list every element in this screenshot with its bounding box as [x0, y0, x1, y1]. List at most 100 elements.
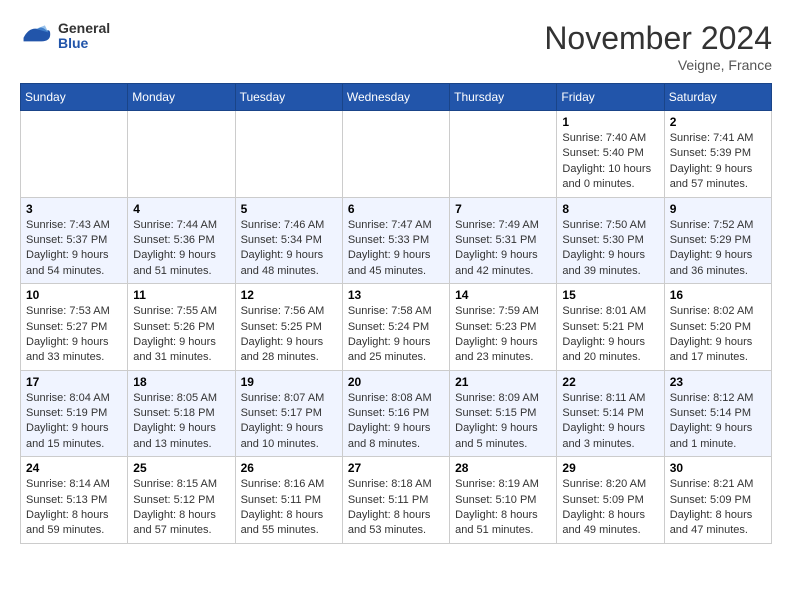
day-info: Sunrise: 7:52 AMSunset: 5:29 PMDaylight:… — [670, 218, 766, 280]
calendar-cell: 1 Sunrise: 7:40 AMSunset: 5:40 PMDaylight… — [557, 111, 664, 198]
calendar-cell — [128, 111, 235, 198]
logo: General Blue — [20, 20, 110, 52]
day-number: 15 — [562, 288, 658, 302]
calendar-cell: 28 Sunrise: 8:19 AMSunset: 5:10 PMDayligh… — [450, 457, 557, 544]
weekday-header: Thursday — [450, 84, 557, 111]
day-info: Sunrise: 8:08 AMSunset: 5:16 PMDaylight:… — [348, 391, 444, 453]
calendar-cell: 6 Sunrise: 7:47 AMSunset: 5:33 PMDaylight… — [342, 197, 449, 284]
day-info: Sunrise: 8:11 AMSunset: 5:14 PMDaylight:… — [562, 391, 658, 453]
calendar-header: SundayMondayTuesdayWednesdayThursdayFrid… — [21, 84, 772, 111]
calendar-cell: 7Sunrise: 7:49 AMSunset: 5:31 PMDaylight… — [450, 197, 557, 284]
calendar-cell: 18 Sunrise: 8:05 AMSunset: 5:18 PMDayligh… — [128, 370, 235, 457]
day-info: Sunrise: 7:56 AMSunset: 5:25 PMDaylight:… — [241, 304, 337, 366]
day-info: Sunrise: 8:04 AMSunset: 5:19 PMDaylight:… — [26, 391, 122, 453]
day-number: 9 — [670, 202, 766, 216]
calendar-week-row: 3Sunrise: 7:43 AMSunset: 5:37 PMDaylight… — [21, 197, 772, 284]
weekday-header: Sunday — [21, 84, 128, 111]
day-number: 24 — [26, 461, 122, 475]
day-info: Sunrise: 8:01 AMSunset: 5:21 PMDaylight:… — [562, 304, 658, 366]
calendar-cell: 15 Sunrise: 8:01 AMSunset: 5:21 PMDayligh… — [557, 284, 664, 371]
day-info: Sunrise: 8:07 AMSunset: 5:17 PMDaylight:… — [241, 391, 337, 453]
day-number: 13 — [348, 288, 444, 302]
day-info: Sunrise: 7:41 AMSunset: 5:39 PMDaylight:… — [670, 131, 766, 193]
day-info: Sunrise: 8:19 AMSunset: 5:10 PMDaylight:… — [455, 477, 551, 539]
day-info: Sunrise: 8:02 AMSunset: 5:20 PMDaylight:… — [670, 304, 766, 366]
calendar-cell: 22 Sunrise: 8:11 AMSunset: 5:14 PMDayligh… — [557, 370, 664, 457]
day-info: Sunrise: 7:53 AMSunset: 5:27 PMDaylight:… — [26, 304, 122, 366]
day-number: 23 — [670, 375, 766, 389]
day-number: 11 — [133, 288, 229, 302]
calendar-cell: 12 Sunrise: 7:56 AMSunset: 5:25 PMDayligh… — [235, 284, 342, 371]
calendar-cell: 10 Sunrise: 7:53 AMSunset: 5:27 PMDayligh… — [21, 284, 128, 371]
day-number: 8 — [562, 202, 658, 216]
logo-general: General — [58, 21, 110, 36]
day-info: Sunrise: 7:47 AMSunset: 5:33 PMDaylight:… — [348, 218, 444, 280]
logo-text: General Blue — [58, 21, 110, 52]
day-number: 12 — [241, 288, 337, 302]
day-number: 14 — [455, 288, 551, 302]
calendar-table: SundayMondayTuesdayWednesdayThursdayFrid… — [20, 83, 772, 544]
day-number: 28 — [455, 461, 551, 475]
calendar-cell — [450, 111, 557, 198]
day-number: 18 — [133, 375, 229, 389]
day-info: Sunrise: 7:58 AMSunset: 5:24 PMDaylight:… — [348, 304, 444, 366]
calendar-cell: 9 Sunrise: 7:52 AMSunset: 5:29 PMDaylight… — [664, 197, 771, 284]
calendar-week-row: 24Sunrise: 8:14 AMSunset: 5:13 PMDayligh… — [21, 457, 772, 544]
day-number: 5 — [241, 202, 337, 216]
day-number: 10 — [26, 288, 122, 302]
day-info: Sunrise: 8:21 AMSunset: 5:09 PMDaylight:… — [670, 477, 766, 539]
weekday-header: Wednesday — [342, 84, 449, 111]
calendar-cell: 21Sunrise: 8:09 AMSunset: 5:15 PMDayligh… — [450, 370, 557, 457]
day-number: 1 — [562, 115, 658, 129]
day-info: Sunrise: 8:15 AMSunset: 5:12 PMDaylight:… — [133, 477, 229, 539]
calendar-week-row: 10 Sunrise: 7:53 AMSunset: 5:27 PMDayligh… — [21, 284, 772, 371]
calendar-cell: 2 Sunrise: 7:41 AMSunset: 5:39 PMDaylight… — [664, 111, 771, 198]
day-number: 6 — [348, 202, 444, 216]
calendar-cell: 25 Sunrise: 8:15 AMSunset: 5:12 PMDayligh… — [128, 457, 235, 544]
day-info: Sunrise: 7:40 AMSunset: 5:40 PMDaylight:… — [562, 131, 658, 193]
day-info: Sunrise: 7:44 AMSunset: 5:36 PMDaylight:… — [133, 218, 229, 280]
day-info: Sunrise: 8:12 AMSunset: 5:14 PMDaylight:… — [670, 391, 766, 453]
calendar-cell: 16 Sunrise: 8:02 AMSunset: 5:20 PMDayligh… — [664, 284, 771, 371]
day-info: Sunrise: 8:09 AMSunset: 5:15 PMDaylight:… — [455, 391, 551, 453]
calendar-cell: 8 Sunrise: 7:50 AMSunset: 5:30 PMDaylight… — [557, 197, 664, 284]
calendar-cell: 29 Sunrise: 8:20 AMSunset: 5:09 PMDayligh… — [557, 457, 664, 544]
day-info: Sunrise: 7:46 AMSunset: 5:34 PMDaylight:… — [241, 218, 337, 280]
calendar-cell: 23 Sunrise: 8:12 AMSunset: 5:14 PMDayligh… — [664, 370, 771, 457]
day-number: 20 — [348, 375, 444, 389]
calendar-cell: 5 Sunrise: 7:46 AMSunset: 5:34 PMDaylight… — [235, 197, 342, 284]
weekday-header: Friday — [557, 84, 664, 111]
weekday-header: Monday — [128, 84, 235, 111]
day-number: 16 — [670, 288, 766, 302]
day-info: Sunrise: 8:05 AMSunset: 5:18 PMDaylight:… — [133, 391, 229, 453]
day-info: Sunrise: 8:20 AMSunset: 5:09 PMDaylight:… — [562, 477, 658, 539]
day-number: 2 — [670, 115, 766, 129]
day-number: 4 — [133, 202, 229, 216]
calendar-cell: 24Sunrise: 8:14 AMSunset: 5:13 PMDayligh… — [21, 457, 128, 544]
day-info: Sunrise: 7:59 AMSunset: 5:23 PMDaylight:… — [455, 304, 551, 366]
calendar-cell — [21, 111, 128, 198]
calendar-cell: 11 Sunrise: 7:55 AMSunset: 5:26 PMDayligh… — [128, 284, 235, 371]
calendar-week-row: 1 Sunrise: 7:40 AMSunset: 5:40 PMDaylight… — [21, 111, 772, 198]
day-number: 29 — [562, 461, 658, 475]
day-info: Sunrise: 7:55 AMSunset: 5:26 PMDaylight:… — [133, 304, 229, 366]
day-number: 30 — [670, 461, 766, 475]
calendar-week-row: 17Sunrise: 8:04 AMSunset: 5:19 PMDayligh… — [21, 370, 772, 457]
calendar-cell: 14 Sunrise: 7:59 AMSunset: 5:23 PMDayligh… — [450, 284, 557, 371]
day-number: 25 — [133, 461, 229, 475]
day-info: Sunrise: 7:49 AMSunset: 5:31 PMDaylight:… — [455, 218, 551, 280]
weekday-header: Tuesday — [235, 84, 342, 111]
day-info: Sunrise: 7:50 AMSunset: 5:30 PMDaylight:… — [562, 218, 658, 280]
day-number: 26 — [241, 461, 337, 475]
calendar-cell: 19Sunrise: 8:07 AMSunset: 5:17 PMDayligh… — [235, 370, 342, 457]
day-number: 3 — [26, 202, 122, 216]
calendar-cell: 30 Sunrise: 8:21 AMSunset: 5:09 PMDayligh… — [664, 457, 771, 544]
day-info: Sunrise: 8:16 AMSunset: 5:11 PMDaylight:… — [241, 477, 337, 539]
calendar-body: 1 Sunrise: 7:40 AMSunset: 5:40 PMDaylight… — [21, 111, 772, 544]
day-number: 22 — [562, 375, 658, 389]
calendar-cell: 17Sunrise: 8:04 AMSunset: 5:19 PMDayligh… — [21, 370, 128, 457]
logo-blue: Blue — [58, 36, 110, 51]
location: Veigne, France — [544, 57, 772, 73]
title-section: November 2024 Veigne, France — [544, 20, 772, 73]
weekday-header: Saturday — [664, 84, 771, 111]
